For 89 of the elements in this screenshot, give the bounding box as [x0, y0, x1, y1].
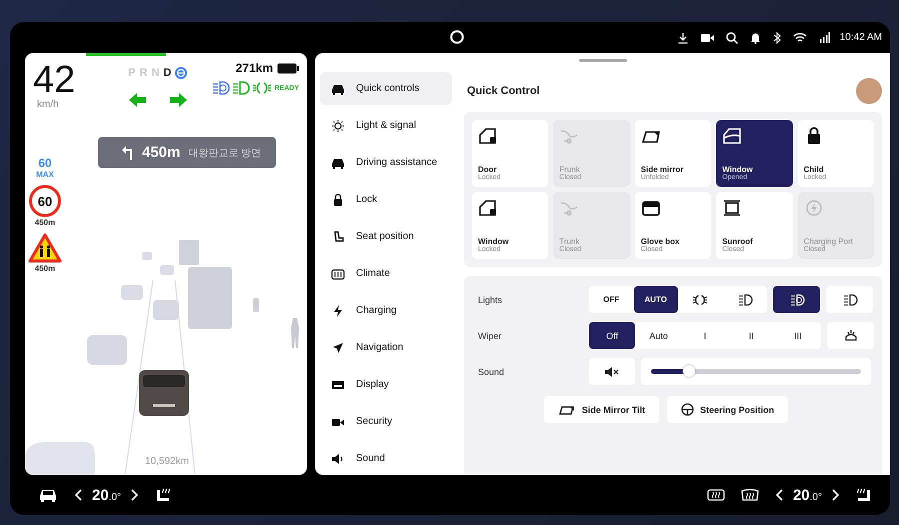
- odometer-reading: 10,592km: [145, 456, 189, 467]
- max-speed-label: MAX: [36, 170, 54, 179]
- bell-icon[interactable]: [750, 32, 761, 44]
- auto-headlight-icon: [212, 81, 230, 95]
- side-mirror-icon: [558, 404, 576, 416]
- lights-option[interactable]: AUTO: [634, 286, 678, 313]
- steering-wheel-icon: [681, 403, 694, 416]
- seat-heater-icon[interactable]: [856, 487, 872, 503]
- door-lock-icon: [478, 127, 498, 145]
- speaker-icon: [331, 452, 345, 464]
- sidebar-item[interactable]: Quick controls: [320, 72, 452, 105]
- bluetooth-icon[interactable]: [772, 32, 781, 44]
- rear-defrost-icon[interactable]: [706, 488, 725, 502]
- sun-icon: [331, 120, 345, 132]
- window-lock-icon: [478, 199, 498, 217]
- mute-icon[interactable]: [589, 358, 635, 385]
- window-icon: [722, 127, 742, 145]
- gear-indicator: D: [163, 67, 172, 79]
- car-icon[interactable]: [38, 488, 58, 502]
- sidebar-item[interactable]: Light & signal: [320, 109, 452, 142]
- max-speed-value: 60: [38, 156, 52, 170]
- section-title: Quick Control: [467, 85, 540, 97]
- sidebar-item[interactable]: Lock: [320, 183, 452, 216]
- turn-distance: 450m: [142, 144, 180, 161]
- download-icon[interactable]: [676, 32, 689, 44]
- increase-temperature-icon[interactable]: [131, 489, 140, 501]
- sidebar-item[interactable]: Sound: [320, 442, 452, 475]
- navigation-arrow-icon: [331, 342, 345, 354]
- sidebar-item[interactable]: Climate: [320, 257, 452, 290]
- wiper-option[interactable]: Auto: [635, 322, 682, 349]
- range-value: 271km: [236, 61, 273, 75]
- sidebar-item[interactable]: Charging: [320, 294, 452, 327]
- video-camera-icon[interactable]: [700, 32, 714, 42]
- speed-unit: km/h: [37, 99, 60, 110]
- right-turn-arrow-icon: [170, 93, 187, 107]
- sign-distance: 450m: [34, 218, 56, 227]
- sign-distance: 450m: [34, 264, 56, 273]
- lights-label: Lights: [478, 294, 504, 304]
- sidebar-item[interactable]: Driving assistance: [320, 146, 452, 179]
- side-mirror-tilt-button[interactable]: Side Mirror Tilt: [544, 396, 660, 423]
- sidebar-item[interactable]: Security: [320, 405, 452, 438]
- home-circle-icon[interactable]: [450, 30, 464, 44]
- display-icon: [331, 378, 345, 390]
- padlock-icon: [331, 194, 345, 206]
- speed-limit-sign: 60: [29, 185, 61, 217]
- glove-box-icon: [640, 199, 661, 217]
- car-icon: [331, 156, 345, 168]
- wiper-option[interactable]: Off: [589, 322, 636, 349]
- temperature-value: 20.0°: [792, 486, 822, 504]
- volume-thumb[interactable]: [682, 365, 695, 377]
- lights-option[interactable]: OFF: [589, 286, 634, 313]
- signal-bars-icon[interactable]: [818, 32, 830, 43]
- headlight-icon: [232, 81, 250, 95]
- climate-icon: [331, 268, 345, 280]
- steering-assist-icon: [175, 67, 188, 79]
- clock-time: 10:42 AM: [840, 32, 882, 43]
- battery-icon: [277, 62, 299, 74]
- volume-slider[interactable]: [641, 358, 871, 385]
- direction-label: 대왕판교로 방면: [188, 146, 262, 160]
- lightning-icon: [331, 304, 345, 316]
- wiper-option[interactable]: I: [682, 322, 728, 349]
- turn-left-arrow-icon: [122, 145, 134, 160]
- steering-position-button[interactable]: Steering Position: [667, 396, 788, 423]
- auto-beam-icon[interactable]: [773, 286, 820, 313]
- wifi-icon[interactable]: [792, 32, 807, 43]
- wiper-option[interactable]: II: [728, 322, 775, 349]
- sunroof-icon: [722, 199, 742, 217]
- search-icon[interactable]: [726, 32, 738, 44]
- sidebar-item[interactable]: Navigation: [320, 331, 452, 364]
- decrease-temperature-icon[interactable]: [774, 489, 783, 501]
- parking-light-icon: [252, 81, 272, 95]
- left-turn-arrow-icon: [128, 93, 146, 107]
- sound-label: Sound: [478, 366, 506, 376]
- drag-handle[interactable]: [578, 59, 626, 62]
- wiper-option[interactable]: III: [774, 322, 822, 349]
- sidebar-item[interactable]: Display: [320, 368, 452, 401]
- front-defrost-icon[interactable]: [740, 488, 759, 502]
- windshield-washer-icon[interactable]: [827, 322, 874, 349]
- charging-port-icon: [804, 199, 824, 217]
- speed-value: 42: [33, 61, 76, 99]
- wiper-label: Wiper: [478, 330, 503, 340]
- decrease-temperature-icon[interactable]: [74, 489, 82, 501]
- children-crossing-sign-icon: [28, 233, 62, 263]
- headlight-icon[interactable]: [826, 286, 873, 313]
- temperature-value: 20.0°: [92, 486, 122, 504]
- sidebar-item[interactable]: Seat position: [320, 220, 452, 253]
- increase-temperature-icon[interactable]: [832, 489, 840, 501]
- seat-heater-icon[interactable]: [155, 487, 172, 503]
- car-icon: [331, 82, 345, 94]
